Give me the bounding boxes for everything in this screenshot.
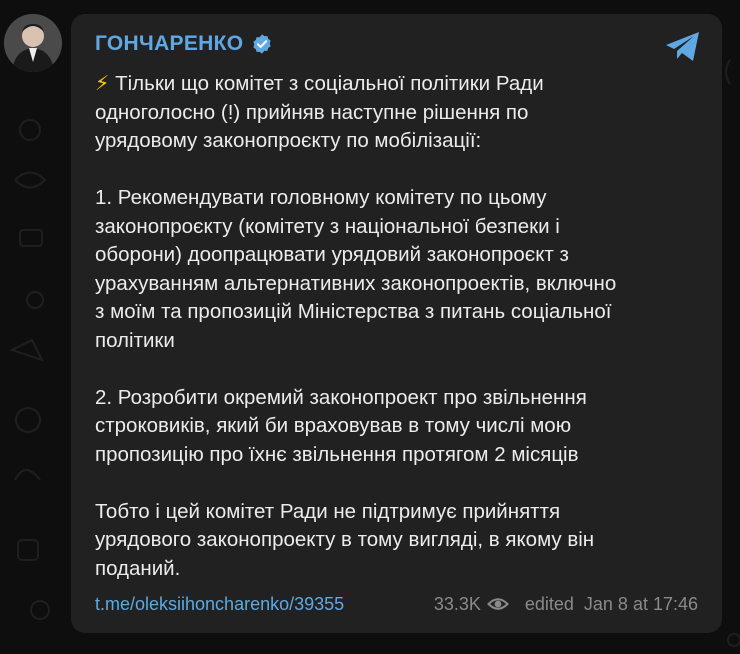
message-text: ⚡ Тільки що комітет з соціальної політик… (95, 70, 705, 583)
channel-avatar[interactable] (4, 14, 62, 72)
message-timestamp: Jan 8 at 17:46 (583, 593, 698, 614)
message-bubble: ГОНЧАРЕНКО ⚡ Тільки що комітет з соціаль… (71, 14, 722, 633)
telegram-share-icon[interactable] (664, 30, 702, 64)
views-count: 33.3K (433, 593, 481, 614)
edited-label: edited (524, 593, 574, 614)
paragraph-conclusion: Тобто і цей комітет Ради не підтримує пр… (95, 499, 595, 580)
channel-name-text[interactable]: ГОНЧАРЕНКО (95, 32, 243, 56)
eye-icon (486, 598, 509, 610)
channel-name[interactable]: ГОНЧАРЕНКО (95, 32, 273, 56)
paragraph-point-1: 1. Рекомендувати головному комітету по ц… (95, 186, 617, 352)
post-link[interactable]: t.me/oleksiihoncharenko/39355 (95, 594, 344, 615)
paragraph-intro: Тільки що комітет з соціальної політики … (95, 72, 544, 152)
message-footer: t.me/oleksiihoncharenko/39355 33.3K edit… (95, 592, 698, 616)
lightning-emoji: ⚡ (95, 72, 110, 95)
verified-badge-icon (253, 34, 272, 54)
message-meta: 33.3K edited Jan 8 at 17:46 (434, 594, 698, 615)
paragraph-point-2: 2. Розробити окремий законопроект про зв… (95, 385, 587, 466)
